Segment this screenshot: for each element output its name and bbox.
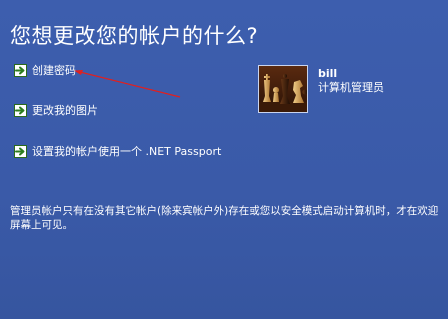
user-accounts-page: 您想更改您的帐户的什么? 创建密码 更改我的图片 设置我的帐户使用一个 .NET… bbox=[0, 0, 448, 319]
annotation-arrow-icon bbox=[74, 70, 181, 98]
